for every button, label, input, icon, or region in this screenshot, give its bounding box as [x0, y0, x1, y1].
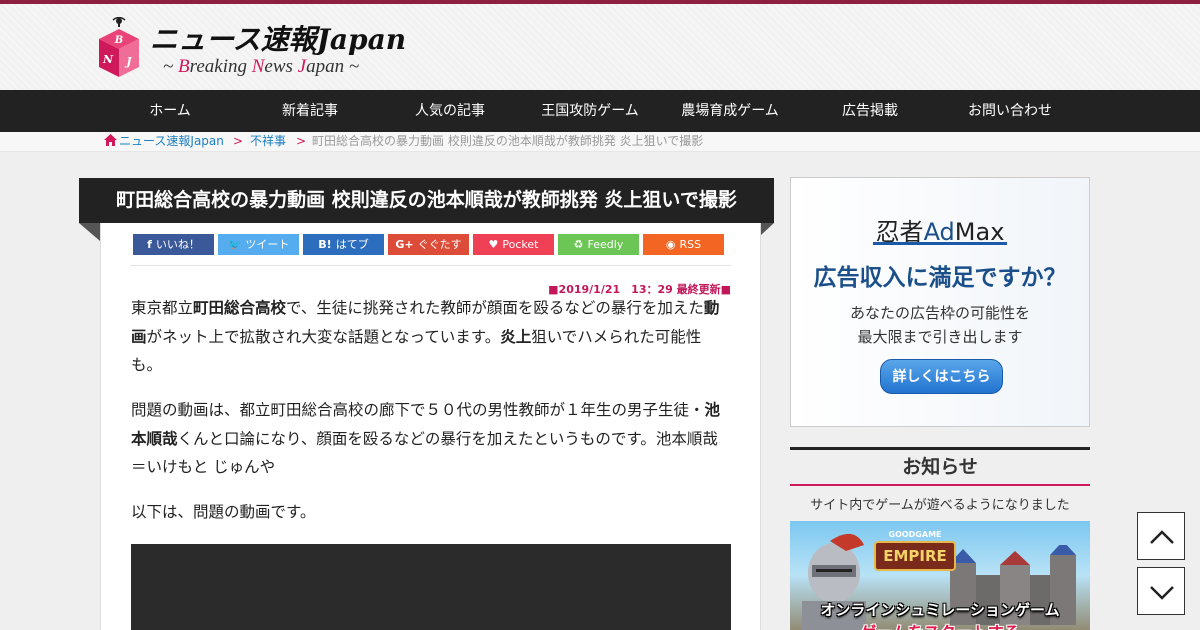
- share-pocket-button[interactable]: ♥ Pocket: [473, 234, 554, 255]
- logo-letter-n: N: [102, 53, 114, 66]
- global-nav: ホーム 新着記事 人気の記事 王国攻防ゲーム 農場育成ゲーム 広告掲載 お問い合…: [0, 90, 1200, 132]
- title-ribbon-fold-right: [761, 223, 774, 235]
- article-paragraph-1: 東京都立町田総合高校で、生徒に挑発された教師が顔面を殴るなどの暴行を加えた動画が…: [131, 299, 720, 374]
- site-subtitle: ~ Breaking News Japan ~: [163, 56, 360, 77]
- pocket-icon: ♥: [488, 238, 499, 251]
- hatena-icon: B!: [318, 238, 332, 251]
- share-rss-button[interactable]: ◉ RSS: [643, 234, 724, 255]
- twitter-icon: 🐦: [227, 238, 242, 251]
- game-logo: GOODGAME EMPIRE: [874, 530, 956, 571]
- share-hatena-button[interactable]: B! はてブ: [303, 234, 384, 255]
- notice-top-border: [790, 447, 1090, 450]
- game-banner[interactable]: GOODGAMEEMPIRE オンラインシュミレーションゲーム ゲームをスタート…: [790, 521, 1090, 630]
- ad-brand-underline: [873, 242, 1007, 245]
- game-caption: オンラインシュミレーションゲーム: [820, 601, 1060, 619]
- rss-icon: ◉: [665, 238, 676, 251]
- article-paragraph-3: 以下は、問題の動画です。: [131, 503, 316, 521]
- divider: [130, 265, 731, 266]
- notice-link[interactable]: サイト内でゲームが遊べるようになりました: [790, 494, 1090, 513]
- logo-letter-j: J: [124, 55, 132, 68]
- breadcrumb: ニュース速報Japan > 不祥事 > 町田総合高校の暴力動画 校則違反の池本順…: [0, 132, 1200, 152]
- nav-item-home[interactable]: ホーム: [103, 90, 237, 132]
- breadcrumb-home[interactable]: ニュース速報Japan: [104, 132, 224, 151]
- notice-bottom-border: [790, 484, 1090, 486]
- chevron-down-icon: [1150, 586, 1174, 600]
- site-header: B N J ニュース速報Japan ~ Breaking News Japan …: [0, 4, 1200, 90]
- chevron-up-icon: [1150, 530, 1174, 544]
- game-start-link[interactable]: ゲームをスタートする: [790, 619, 1090, 630]
- ad-text-line: あなたの広告枠の可能性を: [849, 304, 1030, 322]
- breadcrumb-current: 町田総合高校の暴力動画 校則違反の池本順哉が教師挑発 炎上狙いで撮影: [312, 134, 704, 148]
- scroll-down-button[interactable]: [1137, 567, 1185, 615]
- site-title[interactable]: ニュース速報Japan: [150, 18, 406, 58]
- article-title: 町田総合高校の暴力動画 校則違反の池本順哉が教師挑発 炎上狙いで撮影: [79, 178, 774, 223]
- sidebar-ad[interactable]: 忍者AdMax 広告収入に満足ですか？ あなたの広告枠の可能性を 最大限まで引き…: [790, 177, 1090, 427]
- embedded-video[interactable]: [131, 544, 731, 630]
- title-ribbon-fold-left: [79, 223, 100, 241]
- feedly-icon: ♻: [573, 238, 584, 251]
- notice-heading: お知らせ: [902, 456, 978, 478]
- facebook-icon: f: [147, 238, 152, 251]
- nav-item-farm-game[interactable]: 農場育成ゲーム: [663, 90, 797, 132]
- googleplus-icon: G+: [395, 238, 414, 251]
- ad-headline: 広告収入に満足ですか？: [813, 265, 1067, 291]
- site-logo[interactable]: B N J: [97, 17, 141, 81]
- breadcrumb-separator: >: [233, 134, 244, 148]
- logo-letter-b: B: [114, 35, 123, 46]
- share-feedly-button[interactable]: ♻ Feedly: [558, 234, 639, 255]
- nav-item-contact[interactable]: お問い合わせ: [943, 90, 1077, 132]
- ad-text-line: 最大限まで引き出します: [857, 328, 1023, 346]
- nav-item-advertise[interactable]: 広告掲載: [803, 90, 937, 132]
- nav-item-popular[interactable]: 人気の記事: [383, 90, 517, 132]
- scroll-up-button[interactable]: [1137, 512, 1185, 560]
- share-googleplus-button[interactable]: G+ ぐぐたす: [388, 234, 469, 255]
- breadcrumb-separator: >: [296, 134, 307, 148]
- share-twitter-button[interactable]: 🐦 ツイート: [218, 234, 299, 255]
- nav-item-new-posts[interactable]: 新着記事: [243, 90, 377, 132]
- share-facebook-button[interactable]: f いいね！: [133, 234, 214, 255]
- nav-item-kingdom-game[interactable]: 王国攻防ゲーム: [523, 90, 657, 132]
- home-icon: [104, 134, 117, 146]
- breadcrumb-category[interactable]: 不祥事: [250, 132, 286, 151]
- ad-details-button[interactable]: 詳しくはこちら: [880, 359, 1003, 394]
- article-paragraph-2: 問題の動画は、都立町田総合高校の廊下で５０代の男性教師が１年生の男子生徒・池本順…: [131, 401, 721, 476]
